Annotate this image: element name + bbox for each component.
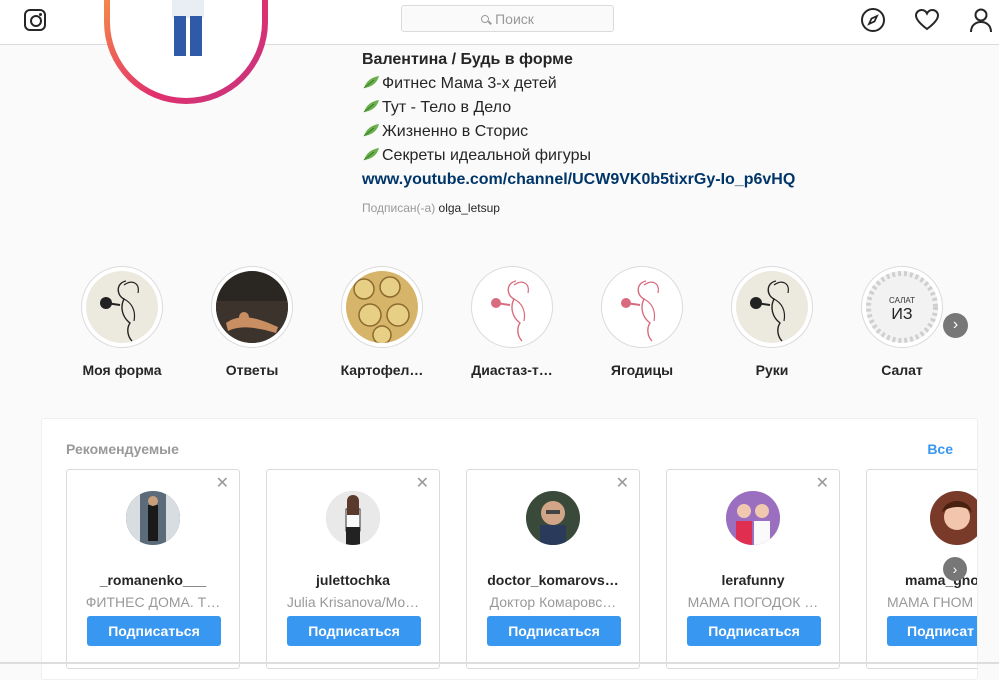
salad-cover-text-top: САЛАТ — [889, 296, 915, 305]
profile-full-name: Валентина / Будь в форме — [362, 51, 573, 68]
bio-line: Секреты идеальной фигуры — [362, 144, 795, 168]
suggested-full-name: МАМА ПОГОДОК … — [687, 594, 819, 610]
highlight-item[interactable]: Руки — [729, 266, 815, 378]
highlight-item[interactable]: Ягодицы — [599, 266, 685, 378]
salad-cover-text-main: ИЗ — [891, 306, 912, 323]
bio-line: Фитнес Мама 3-х детей — [362, 72, 795, 96]
highlight-item[interactable]: Картофел… — [339, 266, 425, 378]
avatar[interactable] — [726, 491, 780, 545]
highlight-cover — [341, 266, 423, 348]
followed-by-user-link[interactable]: olga_letsup — [439, 201, 500, 215]
suggested-card: ✕ lerafunny МАМА ПОГОДОК … Подписаться — [666, 469, 840, 669]
follow-button[interactable]: Подписаться — [487, 616, 621, 646]
close-icon[interactable]: ✕ — [216, 476, 229, 492]
highlights-next-arrow-icon[interactable]: › — [943, 313, 968, 338]
suggested-username[interactable]: doctor_komarovs… — [467, 572, 639, 588]
suggested-username[interactable]: julettochka — [267, 572, 439, 588]
highlight-item[interactable]: Диастаз-т… — [469, 266, 555, 378]
avatar[interactable] — [126, 491, 180, 545]
suggested-username[interactable]: lerafunny — [667, 572, 839, 588]
highlight-cover — [211, 266, 293, 348]
heart-icon[interactable] — [914, 7, 940, 33]
highlight-cover — [601, 266, 683, 348]
follow-button[interactable]: Подписаться — [287, 616, 421, 646]
avatar-person-figure — [172, 0, 204, 56]
suggested-full-name: ФИТНЕС ДОМА. Т… — [85, 594, 221, 610]
suggested-full-name: Доктор Комаровс… — [489, 594, 617, 610]
avatar[interactable] — [526, 491, 580, 545]
highlight-cover — [81, 266, 163, 348]
search-icon — [481, 14, 490, 23]
highlight-cover: САЛАТ ИЗ — [861, 266, 943, 348]
fitness-sketch-image — [736, 271, 808, 343]
suggested-title: Рекомендуемые — [66, 441, 179, 457]
herb-emoji-icon — [363, 148, 379, 161]
person-icon[interactable] — [968, 7, 994, 33]
woman-on-sofa-photo — [216, 271, 288, 343]
highlight-item[interactable]: Моя форма — [79, 266, 165, 378]
bio-website-link[interactable]: www.youtube.com/channel/UCW9VK0b5tixrGy-… — [362, 168, 795, 192]
profile-avatar[interactable] — [104, 0, 268, 104]
follow-button[interactable]: Подписаться — [87, 616, 221, 646]
highlight-cover — [731, 266, 813, 348]
avatar[interactable] — [326, 491, 380, 545]
fitness-sketch-pink-image — [476, 271, 548, 343]
suggested-username[interactable]: _romanenko___ — [67, 572, 239, 588]
follow-button[interactable]: Подписаться — [687, 616, 821, 646]
search-placeholder: Поиск — [495, 10, 534, 27]
profile-bio: Валентина / Будь в форме Фитнес Мама 3-х… — [362, 48, 795, 192]
fitness-sketch-pink-image — [606, 271, 678, 343]
herb-emoji-icon — [363, 76, 379, 89]
bio-line: Жизненно в Сторис — [362, 120, 795, 144]
highlight-label: Руки — [755, 362, 789, 378]
close-icon[interactable]: ✕ — [416, 476, 429, 492]
highlight-item[interactable]: Ответы — [209, 266, 295, 378]
bio-line: Тут - Тело в Дело — [362, 96, 795, 120]
suggested-next-arrow-icon[interactable]: › — [943, 557, 967, 581]
compass-icon[interactable] — [860, 7, 886, 33]
suggested-accounts-panel: Рекомендуемые Все ✕ _romanenko___ ФИТНЕС… — [41, 418, 978, 680]
herb-emoji-icon — [363, 124, 379, 137]
close-icon[interactable]: ✕ — [816, 476, 829, 492]
highlight-label: Диастаз-т… — [471, 362, 553, 378]
highlight-label: Ответы — [225, 362, 279, 378]
search-input[interactable]: Поиск — [401, 5, 614, 32]
close-icon[interactable]: ✕ — [616, 476, 629, 492]
highlight-label: Картофел… — [340, 362, 424, 378]
followed-by: Подписан(-а) olga_letsup — [362, 201, 500, 215]
suggested-card: ✕ julettochka Julia Krisanova/Mo… Подпис… — [266, 469, 440, 669]
avatar[interactable] — [929, 491, 979, 545]
potato-dish-photo — [346, 271, 418, 343]
highlight-label: Салат — [881, 362, 923, 378]
profile-avatar-image — [110, 0, 262, 98]
suggested-card: ✕ doctor_komarovs… Доктор Комаровс… Подп… — [466, 469, 640, 669]
highlight-cover — [471, 266, 553, 348]
suggested-card: ✕ _romanenko___ ФИТНЕС ДОМА. Т… Подписат… — [66, 469, 240, 669]
fitness-sketch-image — [86, 271, 158, 343]
herb-emoji-icon — [363, 100, 379, 113]
see-all-link[interactable]: Все — [927, 441, 953, 457]
follow-button[interactable]: Подписат — [887, 616, 977, 646]
highlight-label: Ягодицы — [610, 362, 674, 378]
highlight-label: Моя форма — [82, 362, 162, 378]
salad-cover-image: САЛАТ ИЗ — [866, 271, 938, 343]
suggested-full-name: Julia Krisanova/Mo… — [286, 594, 420, 610]
highlight-item[interactable]: САЛАТ ИЗ Салат — [859, 266, 945, 378]
instagram-logo-icon[interactable] — [24, 9, 46, 31]
suggested-full-name: МАМА ГНОМ — [887, 594, 974, 610]
